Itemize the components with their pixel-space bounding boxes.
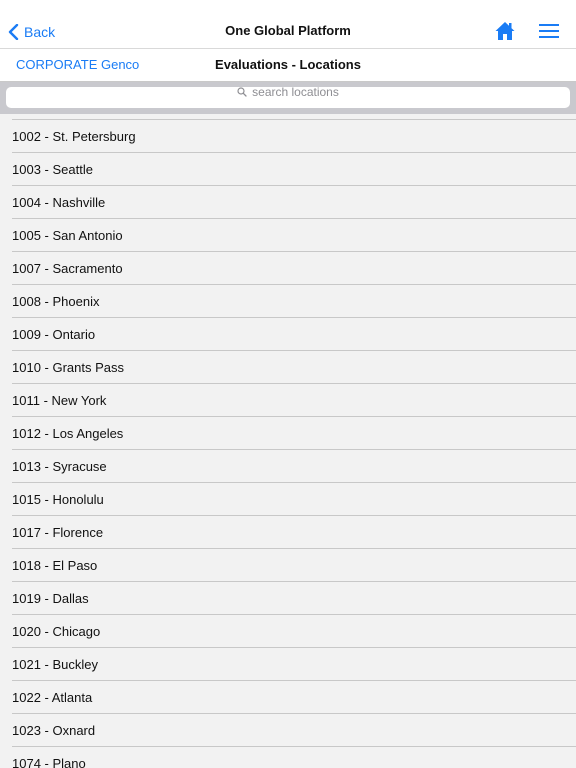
location-label: 1018 - El Paso <box>12 558 98 573</box>
location-label: 1007 - Sacramento <box>12 261 123 276</box>
location-row[interactable]: 1004 - Nashville <box>12 186 576 219</box>
location-row[interactable]: 1023 - Oxnard <box>12 714 576 747</box>
locations-list[interactable]: 1002 - St. Petersburg 1003 - Seattle 1004 … <box>0 114 576 768</box>
home-icon[interactable] <box>494 20 516 42</box>
location-label: 1005 - San Antonio <box>12 228 123 243</box>
app-title: One Global Platform <box>225 23 351 38</box>
nav-bar: Back One Global Platform <box>0 0 576 49</box>
location-label: 1010 - Grants Pass <box>12 360 124 375</box>
location-row[interactable]: 1015 - Honolulu <box>12 483 576 516</box>
location-row[interactable]: 1013 - Syracuse <box>12 450 576 483</box>
location-label: 1004 - Nashville <box>12 195 106 210</box>
location-label: 1023 - Oxnard <box>12 723 96 738</box>
location-row[interactable]: 1020 - Chicago <box>12 615 576 648</box>
location-label: 1013 - Syracuse <box>12 459 107 474</box>
location-row[interactable]: 1007 - Sacramento <box>12 252 576 285</box>
location-row[interactable]: 1010 - Grants Pass <box>12 351 576 384</box>
location-row[interactable]: 1005 - San Antonio <box>12 219 576 252</box>
location-label: 1002 - St. Petersburg <box>12 129 136 144</box>
location-row[interactable]: 1008 - Phoenix <box>12 285 576 318</box>
search-input[interactable] <box>6 87 570 108</box>
location-label: 1008 - Phoenix <box>12 294 100 309</box>
location-row[interactable]: 1011 - New York <box>12 384 576 417</box>
location-label: 1009 - Ontario <box>12 327 96 342</box>
location-label: 1074 - Plano <box>12 756 86 768</box>
location-row[interactable]: 1002 - St. Petersburg <box>12 120 576 153</box>
location-label: 1003 - Seattle <box>12 162 93 177</box>
location-label: 1017 - Florence <box>12 525 104 540</box>
location-label: 1020 - Chicago <box>12 624 101 639</box>
location-row[interactable]: 1022 - Atlanta <box>12 681 576 714</box>
location-rows: 1002 - St. Petersburg 1003 - Seattle 1004 … <box>0 120 576 768</box>
location-row[interactable]: 1019 - Dallas <box>12 582 576 615</box>
search-bar: search locations <box>0 82 576 114</box>
location-label: 1019 - Dallas <box>12 591 89 606</box>
location-row[interactable]: 1074 - Plano <box>12 747 576 768</box>
location-row[interactable]: 1021 - Buckley <box>12 648 576 681</box>
company-link[interactable]: CORPORATE Genco <box>16 57 139 72</box>
location-label: 1012 - Los Angeles <box>12 426 124 441</box>
location-row[interactable]: 1017 - Florence <box>12 516 576 549</box>
location-row[interactable]: 1012 - Los Angeles <box>12 417 576 450</box>
location-label: 1015 - Honolulu <box>12 492 104 507</box>
location-label: 1011 - New York <box>12 393 107 408</box>
menu-icon[interactable] <box>538 22 560 40</box>
location-label: 1022 - Atlanta <box>12 690 93 705</box>
sub-header: CORPORATE Genco Evaluations - Locations <box>0 49 576 82</box>
location-label: 1021 - Buckley <box>12 657 98 672</box>
location-row[interactable]: 1003 - Seattle <box>12 153 576 186</box>
location-row[interactable]: 1009 - Ontario <box>12 318 576 351</box>
location-row[interactable]: 1018 - El Paso <box>12 549 576 582</box>
